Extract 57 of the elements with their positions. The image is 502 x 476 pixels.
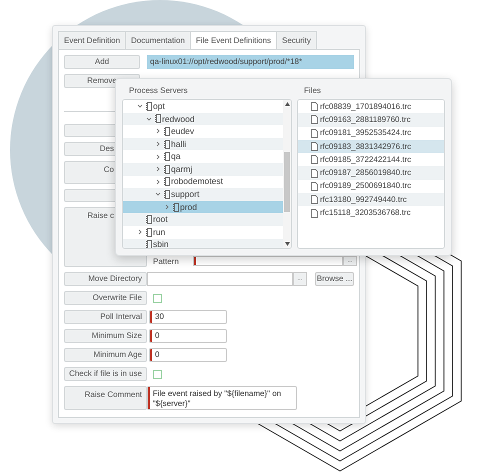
- server-icon: [173, 202, 179, 212]
- chevron-right-icon[interactable]: [137, 229, 143, 236]
- file-item[interactable]: rfc09185_3722422144.trc: [298, 153, 444, 166]
- server-icon: [146, 240, 152, 248]
- text-field[interactable]: [147, 272, 293, 286]
- text-field[interactable]: [193, 256, 343, 266]
- server-icon: [155, 114, 161, 124]
- field-label: Raise Comment: [64, 386, 147, 410]
- tab[interactable]: Documentation: [125, 31, 191, 50]
- tree-item[interactable]: robodemotest: [123, 176, 283, 188]
- field-label: Poll Interval: [64, 310, 147, 324]
- server-icon: [164, 140, 170, 149]
- text-field[interactable]: 30: [149, 310, 227, 324]
- server-icon: [164, 152, 170, 162]
- file-item[interactable]: rfc09183_3831342976.trc: [298, 140, 444, 154]
- tree-item[interactable]: root: [123, 213, 283, 226]
- server-icon: [164, 164, 170, 174]
- server-icon: [146, 228, 152, 237]
- file-item[interactable]: rfc08839_1701894016.trc: [298, 100, 444, 114]
- file-item[interactable]: rfc13180_992749440.trc: [298, 193, 444, 206]
- server-icon: [146, 102, 152, 111]
- checkbox[interactable]: [153, 294, 162, 302]
- text-field[interactable]: 0: [149, 329, 227, 343]
- panel-title: Process Servers: [128, 85, 189, 97]
- field-label: Move Directory: [64, 272, 147, 286]
- scrollbar[interactable]: [283, 100, 291, 248]
- tab[interactable]: File Event Definitions: [190, 31, 277, 50]
- field-label: Pattern: [153, 257, 180, 266]
- browse-button[interactable]: Browse ...: [315, 272, 354, 286]
- field-label: Check if file is in use: [64, 367, 147, 381]
- tab[interactable]: Security: [276, 31, 317, 50]
- comment-field[interactable]: File event raised by "${filename}" on "${server}": [147, 386, 297, 410]
- chevron-down-icon[interactable]: [155, 191, 161, 198]
- file-item[interactable]: rfc09181_3952535424.trc: [298, 126, 444, 140]
- file-item[interactable]: rfc09187_2856019840.trc: [298, 166, 444, 180]
- server-icon: [164, 126, 170, 136]
- tree-item[interactable]: support: [123, 188, 283, 201]
- file-item[interactable]: rfc09163_2881189760.trc: [298, 113, 444, 127]
- path-list-item[interactable]: qa-linux01://opt/redwood/support/prod/*18*: [147, 55, 354, 69]
- tree-item[interactable]: redwood: [123, 112, 283, 126]
- tab[interactable]: Event Definition: [58, 31, 126, 50]
- server-icon: [146, 215, 152, 224]
- add-button[interactable]: Add: [64, 55, 140, 69]
- field-label: Minimum Size: [64, 329, 147, 343]
- checkbox[interactable]: [153, 370, 162, 378]
- scroll-up-icon[interactable]: [284, 102, 290, 106]
- server-icon: [164, 190, 170, 199]
- tree-item[interactable]: prod: [123, 200, 283, 214]
- tree-item[interactable]: qarmj: [123, 162, 283, 176]
- field-label: Overwrite File: [64, 291, 147, 305]
- chevron-right-icon[interactable]: [164, 204, 170, 210]
- tree-item[interactable]: halli: [123, 138, 283, 150]
- server-icon: [164, 177, 170, 186]
- panel-title: Files: [303, 85, 322, 97]
- field-label: Minimum Age: [64, 348, 147, 362]
- text-field[interactable]: 0: [149, 348, 227, 362]
- scroll-down-icon[interactable]: [284, 242, 290, 246]
